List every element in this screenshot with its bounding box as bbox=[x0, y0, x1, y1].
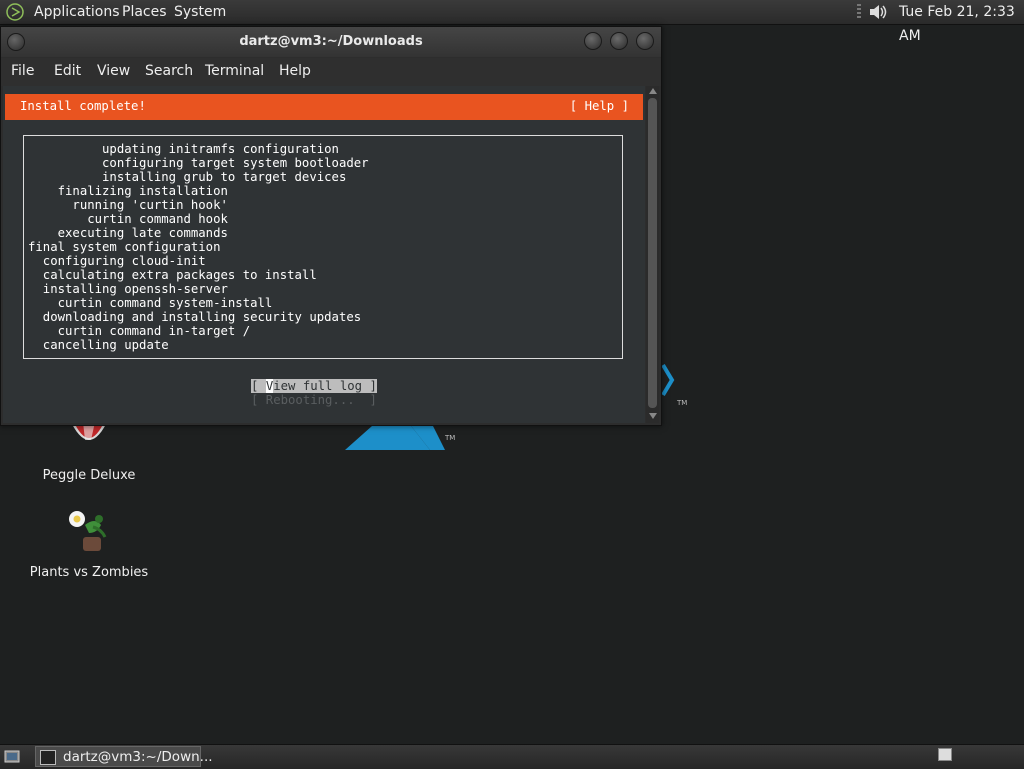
log-line: configuring target system bootloader bbox=[28, 156, 369, 170]
system-menu[interactable]: System bbox=[174, 0, 226, 24]
show-desktop-icon[interactable] bbox=[4, 749, 20, 764]
taskbar-button-terminal[interactable]: dartz@vm3:~/Down... bbox=[35, 746, 213, 767]
menu-edit[interactable]: Edit bbox=[54, 63, 81, 79]
log-line: final system configuration bbox=[28, 240, 221, 254]
svg-text:TM: TM bbox=[444, 434, 455, 442]
menu-view[interactable]: View bbox=[97, 63, 130, 79]
terminal-window[interactable]: dartz@vm3:~/Downloads File Edit View Sea… bbox=[0, 26, 662, 426]
terminal-scrollbar[interactable] bbox=[646, 86, 659, 423]
help-button[interactable]: [ Help ] bbox=[570, 99, 629, 113]
menu-file[interactable]: File bbox=[11, 63, 34, 79]
log-line: installing openssh-server bbox=[28, 282, 228, 296]
desktop-icon-label: Peggle Deluxe bbox=[42, 468, 136, 483]
log-line: downloading and installing security upda… bbox=[28, 310, 362, 324]
log-line: updating initramfs configuration bbox=[28, 142, 339, 156]
desktop-icon-label: Plants vs Zombies bbox=[29, 565, 149, 580]
log-line: curtin command hook bbox=[28, 212, 228, 226]
install-log-box: updating initramfs configuration configu… bbox=[23, 135, 623, 359]
scroll-down-arrow-icon[interactable] bbox=[649, 413, 657, 419]
minimize-icon[interactable] bbox=[584, 32, 602, 50]
menu-help[interactable]: Help bbox=[279, 63, 311, 79]
clock[interactable]: Tue Feb 21, 2:33 AM bbox=[899, 0, 1024, 48]
close-icon[interactable] bbox=[636, 32, 654, 50]
terminal-content[interactable]: Install complete! [ Help ] updating init… bbox=[3, 86, 645, 423]
log-line: curtin command system-install bbox=[28, 296, 273, 310]
places-menu[interactable]: Places bbox=[122, 0, 167, 24]
log-line: finalizing installation bbox=[28, 184, 228, 198]
menu-terminal[interactable]: Terminal bbox=[205, 63, 264, 79]
terminal-menubar: File Edit View Search Terminal Help bbox=[1, 58, 661, 86]
installer-header: Install complete! [ Help ] bbox=[5, 94, 643, 120]
scroll-thumb[interactable] bbox=[648, 98, 657, 408]
window-title: dartz@vm3:~/Downloads bbox=[239, 34, 423, 49]
top-panel: Applications Places System Tue Feb 21, 2… bbox=[0, 0, 1024, 44]
log-line: calculating extra packages to install bbox=[28, 268, 317, 282]
installer-title: Install complete! bbox=[20, 99, 146, 113]
distro-logo-icon[interactable] bbox=[6, 3, 24, 21]
log-line: cancelling update bbox=[28, 338, 169, 352]
volume-icon[interactable] bbox=[868, 2, 890, 22]
log-line: running 'curtin hook' bbox=[28, 198, 228, 212]
scroll-up-arrow-icon[interactable] bbox=[649, 88, 657, 94]
applications-menu[interactable]: Applications bbox=[34, 0, 120, 24]
button-label: iew full log ] bbox=[273, 379, 377, 393]
rebooting-button: [ Rebooting... ] bbox=[251, 393, 377, 407]
bottom-panel: dartz@vm3:~/Down... bbox=[0, 744, 1024, 769]
maximize-icon[interactable] bbox=[610, 32, 628, 50]
log-line: curtin command in-target / bbox=[28, 324, 251, 338]
window-titlebar[interactable]: dartz@vm3:~/Downloads bbox=[1, 27, 661, 57]
log-line: executing late commands bbox=[28, 226, 228, 240]
log-line: installing grub to target devices bbox=[28, 170, 347, 184]
log-line: configuring cloud-init bbox=[28, 254, 206, 268]
taskbar-button-label: dartz@vm3:~/Down... bbox=[63, 749, 213, 765]
menu-search[interactable]: Search bbox=[145, 63, 193, 79]
view-full-log-button[interactable]: [ View full log ] bbox=[251, 379, 377, 393]
workspace-switcher[interactable] bbox=[938, 748, 952, 761]
plants-vs-zombies-icon bbox=[69, 511, 107, 551]
panel-separator bbox=[857, 4, 861, 20]
desktop-icon-plants-vs-zombies[interactable]: Plants vs Zombies bbox=[29, 507, 149, 580]
button-bracket-left: [ bbox=[251, 379, 266, 393]
svg-text:TM: TM bbox=[676, 399, 687, 407]
terminal-icon bbox=[40, 750, 56, 765]
